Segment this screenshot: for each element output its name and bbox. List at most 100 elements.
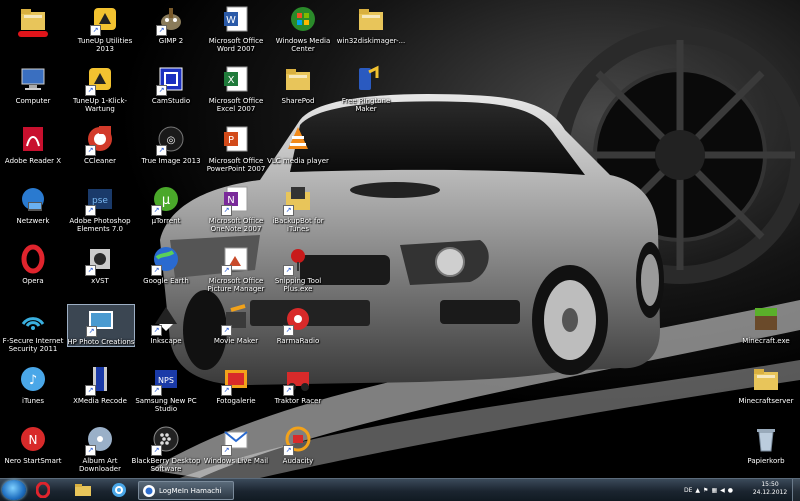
desktop-icon-label: iBackupBot for iTunes [272, 217, 324, 233]
desktop-icon-gimp[interactable]: ↗ GIMP 2 [138, 4, 204, 45]
svg-text:♪: ♪ [29, 373, 37, 388]
flag-icon[interactable]: ⚑ [703, 487, 708, 494]
desktop-icon-label: Free Ringtone Maker [341, 97, 391, 113]
itunes-taskbar-button[interactable] [106, 481, 132, 499]
desktop-icon-moviemaker[interactable]: ↗ Movie Maker [203, 304, 269, 345]
desktop-icon-albumart[interactable]: ↗ Album Art Downloader [67, 424, 133, 473]
show-desktop-button[interactable] [792, 479, 800, 501]
desktop-icon-gearth[interactable]: ↗ Google Earth [133, 244, 199, 285]
desktop-icon-picmgr[interactable]: ↗ Microsoft Office Picture Manager [203, 244, 269, 293]
tray-expand-icon[interactable]: ▲ [695, 487, 700, 494]
shortcut-arrow-icon: ↗ [86, 326, 97, 337]
desktop-icon-snipping[interactable]: ↗ Snipping Tool Plus.exe [265, 244, 331, 293]
desktop-icon-ccleaner[interactable]: ↗ CCleaner [67, 124, 133, 165]
desktop-icon-fsecure[interactable]: F-Secure Internet Security 2011 [0, 304, 66, 353]
word-icon: W [221, 4, 251, 34]
desktop-icon-nero[interactable]: N Nero StartSmart [0, 424, 66, 465]
desktop-icon-trueimage[interactable]: ◎ ↗ True Image 2013 [138, 124, 204, 165]
svg-text:P: P [228, 135, 234, 146]
shortcut-arrow-icon: ↗ [283, 445, 294, 456]
network-tray-icon[interactable]: ▦ [711, 487, 717, 494]
windows-media-center-icon [288, 4, 318, 34]
desktop-icon-ringtone[interactable]: Free Ringtone Maker [333, 64, 399, 113]
picture-manager-icon: ↗ [221, 244, 251, 276]
desktop-icon-folder-user[interactable] [0, 4, 66, 37]
excel-icon: X [221, 64, 251, 94]
desktop-icon-ibackup[interactable]: ↗ iBackupBot for iTunes [265, 184, 331, 233]
desktop-icon-label: BlackBerry Desktop Software [131, 457, 201, 473]
desktop-icon-pse[interactable]: pse ↗ Adobe Photoshop Elements 7.0 [67, 184, 133, 233]
itunes-icon [112, 483, 126, 497]
desktop-icon-sharepod[interactable]: SharePod [265, 64, 331, 105]
desktop-icon-traktor[interactable]: ↗ Traktor Racer [265, 364, 331, 405]
desktop-icon-word[interactable]: W Microsoft Office Word 2007 [203, 4, 269, 53]
desktop-icon-label: Adobe Reader X [4, 157, 62, 165]
desktop-icon-label: win32diskimager-... [336, 37, 406, 45]
desktop-icon-papierkorb[interactable]: Papierkorb [733, 424, 799, 465]
desktop-icon-rarma[interactable]: ↗ RarmaRadio [265, 304, 331, 345]
folder-icon [356, 4, 386, 34]
snipping-tool-icon: ↗ [283, 244, 313, 276]
desktop-icon-wmc[interactable]: Windows Media Center [270, 4, 336, 53]
ibackupbot-icon: ↗ [283, 184, 313, 216]
folder-icon [75, 484, 91, 496]
clock[interactable]: 15:50 24.12.2012 [750, 481, 790, 497]
desktop-icon-camstudio[interactable]: ↗ CamStudio [138, 64, 204, 105]
desktop-icon-label: Netzwerk [16, 217, 50, 225]
hp-photo-icon: ↗ [86, 305, 116, 337]
desktop-icon-win32[interactable]: win32diskimager-... [336, 4, 406, 45]
shortcut-arrow-icon: ↗ [85, 205, 96, 216]
desktop-icon-vlc[interactable]: VLC media player [265, 124, 331, 165]
desktop-icon-inkscape[interactable]: ↗ Inkscape [133, 304, 199, 345]
desktop-icon-hpphoto[interactable]: ↗ HP Photo Creations [67, 304, 135, 347]
shortcut-arrow-icon: ↗ [221, 445, 232, 456]
volume-icon[interactable]: ◀ [720, 487, 725, 494]
shortcut-arrow-icon: ↗ [221, 265, 232, 276]
desktop-icon-minecraftserver[interactable]: Minecraftserver [733, 364, 799, 405]
desktop-icon-minecraftexe[interactable]: Minecraft.exe [733, 304, 799, 345]
photoshop-elements-icon: pse ↗ [85, 184, 115, 216]
tray-app-icon[interactable]: ● [728, 487, 733, 494]
desktop-icon-label: VLC media player [267, 157, 329, 165]
desktop-icon-ppt[interactable]: P Microsoft Office PowerPoint 2007 [203, 124, 269, 173]
desktop-icon-excel[interactable]: X Microsoft Office Excel 2007 [203, 64, 269, 113]
taskbar: LogMeIn Hamachi DE ▲ ⚑ ▦ ◀ ● 15:50 24.12… [0, 478, 800, 501]
start-button[interactable] [2, 480, 26, 500]
desktop-icon-label: CCleaner [84, 157, 116, 165]
desktop-icon-netzwerk[interactable]: Netzwerk [0, 184, 66, 225]
desktop-icon-label: Opera [22, 277, 44, 285]
desktop-icon-blackberry[interactable]: ↗ BlackBerry Desktop Software [131, 424, 201, 473]
desktop-icon-opera[interactable]: Opera [0, 244, 66, 285]
inkscape-icon: ↗ [151, 304, 181, 336]
desktop-icon-onenote[interactable]: N ↗ Microsoft Office OneNote 2007 [203, 184, 269, 233]
desktop-icon-tuneup1[interactable]: ↗ TuneUp 1-Klick-Wartung [67, 64, 133, 113]
desktop-icon-label: Windows Media Center [275, 37, 331, 53]
folder-icon [751, 364, 781, 394]
desktop-icon-xvst[interactable]: ↗ xVST [67, 244, 133, 285]
album-art-icon: ↗ [85, 424, 115, 456]
movie-maker-icon: ↗ [221, 304, 251, 336]
desktop-icon-xmedia[interactable]: ↗ XMedia Recode [67, 364, 133, 405]
desktop-icon-wlmail[interactable]: ↗ Windows Live Mail [203, 424, 269, 465]
opera-taskbar-button[interactable] [30, 481, 56, 499]
traktor-racer-icon: ↗ [283, 364, 313, 396]
network-icon [18, 184, 48, 214]
desktop-icon-label: Google Earth [143, 277, 189, 285]
desktop-icon-utorrent[interactable]: µ ↗ µTorrent [133, 184, 199, 225]
hamachi-taskbar-button[interactable]: LogMeIn Hamachi [138, 481, 234, 500]
desktop-icon-computer[interactable]: Computer [0, 64, 66, 105]
svg-text:NPS: NPS [158, 376, 174, 385]
vlc-icon [283, 124, 313, 154]
desktop-icon-reader[interactable]: Adobe Reader X [0, 124, 66, 165]
desktop-icon-fotogalerie[interactable]: ↗ Fotogalerie [203, 364, 269, 405]
folder-icon [18, 4, 48, 34]
desktop-icon-samsung[interactable]: NPS ↗ Samsung New PC Studio [133, 364, 199, 413]
explorer-taskbar-button[interactable] [70, 481, 96, 499]
shortcut-arrow-icon: ↗ [283, 205, 294, 216]
language-indicator[interactable]: DE [684, 487, 692, 494]
desktop-icon-itunes[interactable]: ♪ iTunes [0, 364, 66, 405]
shortcut-arrow-icon: ↗ [85, 385, 96, 396]
hamachi-icon [143, 484, 155, 497]
desktop-icon-tuneup[interactable]: ↗ TuneUp Utilities 2013 [72, 4, 138, 53]
desktop-icon-audacity[interactable]: ↗ Audacity [265, 424, 331, 465]
